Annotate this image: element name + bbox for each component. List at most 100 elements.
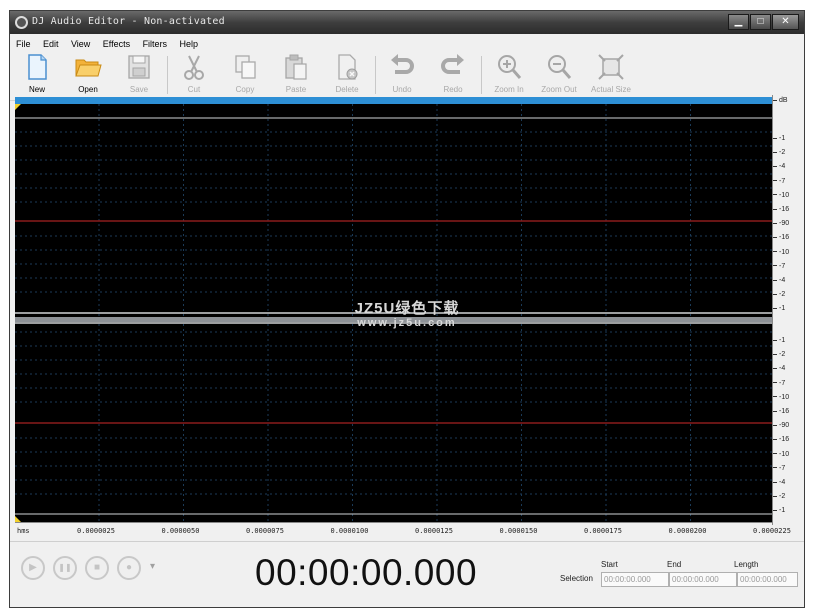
- close-button[interactable]: ✕: [772, 14, 799, 30]
- time-ruler-tick: 0.0000050: [161, 527, 200, 535]
- copy-button[interactable]: Copy: [223, 52, 267, 98]
- lower-db-tick: -1: [773, 337, 785, 344]
- new-label: New: [28, 85, 45, 94]
- play-button[interactable]: ▶: [21, 556, 45, 580]
- new-button[interactable]: New: [15, 52, 59, 98]
- selection-start-field[interactable]: 00:00:00.000: [601, 572, 669, 587]
- time-ruler-tick: 0.0000200: [668, 527, 707, 535]
- selection-start-label: Start: [601, 560, 618, 569]
- save-disk-icon: [128, 55, 150, 79]
- cut-button[interactable]: Cut: [172, 52, 216, 98]
- selection-length-label: Length: [734, 560, 759, 569]
- toolbar-separator: [375, 56, 376, 94]
- actual-size-icon: [598, 54, 624, 80]
- actual-size-button[interactable]: Actual Size: [587, 52, 635, 98]
- time-ruler-tick: 0.0000100: [330, 527, 369, 535]
- pause-icon: ❚❚: [58, 563, 72, 572]
- selection-end-field[interactable]: 00:00:00.000: [669, 572, 737, 587]
- scissors-icon: [184, 55, 204, 80]
- lower-db-tick: -10: [773, 394, 789, 401]
- watermark-line1: JZ5U绿色下载: [354, 300, 460, 317]
- time-ruler-start: hms: [17, 527, 30, 535]
- paste-label: Paste: [285, 85, 307, 94]
- time-ruler[interactable]: hms 0.0000025 0.0000050 0.0000075 0.0000100…: [15, 522, 791, 539]
- lower-db-tick: -16: [773, 436, 789, 443]
- selection-label: Selection: [560, 574, 593, 583]
- db-unit-label: dB: [773, 97, 788, 104]
- copy-label: Copy: [235, 85, 255, 94]
- redo-icon: [441, 54, 464, 74]
- upper-db-tick: -16: [773, 234, 789, 241]
- upper-db-tick: -4: [773, 163, 785, 170]
- delete-button[interactable]: Delete: [325, 52, 369, 98]
- open-label: Open: [78, 85, 98, 94]
- upper-db-tick: -10: [773, 249, 789, 256]
- lower-db-tick: -7: [773, 380, 785, 387]
- redo-label: Redo: [443, 85, 463, 94]
- app-logo-icon: [15, 16, 28, 29]
- menu-bar: File Edit View Effects Filters Help: [10, 34, 804, 50]
- zoom-in-button[interactable]: Zoom In: [487, 52, 531, 98]
- upper-db-tick: -2: [773, 291, 785, 298]
- upper-db-tick: -1: [773, 305, 785, 312]
- toolbar-separator: [481, 56, 482, 94]
- time-ruler-tick: 0.0000025: [77, 527, 115, 535]
- upper-db-tick: -4: [773, 277, 785, 284]
- app-window: DJ Audio Editor - Non-activated ▁ □ ✕ Fi…: [9, 10, 805, 608]
- paste-icon: [285, 54, 307, 80]
- db-scale: dB -1 -2 -4 -7 -10 -16 -90 -16 -10 -7 -4 -2 -1 -1 -2 -4…: [772, 95, 804, 525]
- selection-length-field[interactable]: 00:00:00.000: [737, 572, 798, 587]
- undo-label: Undo: [392, 85, 412, 94]
- toolbar: New Open Save Cut Copy Paste Delete Undo…: [10, 50, 804, 101]
- start-marker-icon: [15, 104, 21, 110]
- lower-db-tick: -2: [773, 351, 785, 358]
- save-button[interactable]: Save: [117, 52, 161, 98]
- actual-size-label: Actual Size: [590, 85, 632, 94]
- lower-db-tick: -1: [773, 507, 785, 514]
- time-ruler-tick: 0.0000225: [753, 527, 791, 535]
- lower-db-tick: -2: [773, 493, 785, 500]
- lower-db-tick: -90: [773, 422, 789, 429]
- watermark-line2: www.jz5u.com: [357, 317, 457, 329]
- upper-db-tick: -2: [773, 149, 785, 156]
- undo-icon: [391, 54, 414, 74]
- copy-icon: [235, 55, 256, 79]
- upper-db-tick: -90: [773, 220, 789, 227]
- zoom-out-label: Zoom Out: [541, 85, 577, 94]
- timecode-display: 00:00:00.000: [255, 552, 478, 593]
- pause-button[interactable]: ❚❚: [53, 556, 77, 580]
- paste-button[interactable]: Paste: [274, 52, 318, 98]
- cut-label: Cut: [187, 85, 201, 94]
- transport-panel: ▶ ❚❚ ■ ● ▾ 00:00:00.000 Selection Start …: [10, 541, 804, 607]
- upper-db-tick: -7: [773, 178, 785, 185]
- maximize-button[interactable]: □: [750, 14, 771, 30]
- lower-db-tick: -10: [773, 451, 789, 458]
- time-ruler-tick: 0.0000175: [584, 527, 622, 535]
- overview-band[interactable]: [15, 97, 772, 104]
- title-bar[interactable]: DJ Audio Editor - Non-activated ▁ □ ✕: [10, 11, 804, 34]
- redo-button[interactable]: Redo: [431, 52, 475, 98]
- zoom-in-label: Zoom In: [494, 85, 524, 94]
- play-icon: ▶: [29, 562, 37, 573]
- zoom-out-button[interactable]: Zoom Out: [537, 52, 581, 98]
- lower-db-tick: -4: [773, 365, 785, 372]
- minimize-button[interactable]: ▁: [728, 14, 749, 30]
- record-dropdown-arrow-icon[interactable]: ▾: [150, 561, 155, 572]
- record-icon: ●: [125, 562, 133, 573]
- time-ruler-tick: 0.0000075: [246, 527, 284, 535]
- new-file-icon: [28, 54, 47, 80]
- selection-end-label: End: [667, 560, 682, 569]
- lower-db-tick: -7: [773, 465, 785, 472]
- upper-db-tick: -1: [773, 135, 785, 142]
- window-title: DJ Audio Editor - Non-activated: [32, 16, 225, 27]
- undo-button[interactable]: Undo: [380, 52, 424, 98]
- delete-icon: [338, 54, 358, 80]
- record-button[interactable]: ●: [117, 556, 141, 580]
- stop-button[interactable]: ■: [85, 556, 109, 580]
- open-button[interactable]: Open: [66, 52, 110, 98]
- lower-db-tick: -16: [773, 408, 789, 415]
- delete-label: Delete: [335, 85, 359, 94]
- lower-db-tick: -4: [773, 479, 785, 486]
- upper-db-tick: -10: [773, 192, 789, 199]
- save-label: Save: [129, 85, 149, 94]
